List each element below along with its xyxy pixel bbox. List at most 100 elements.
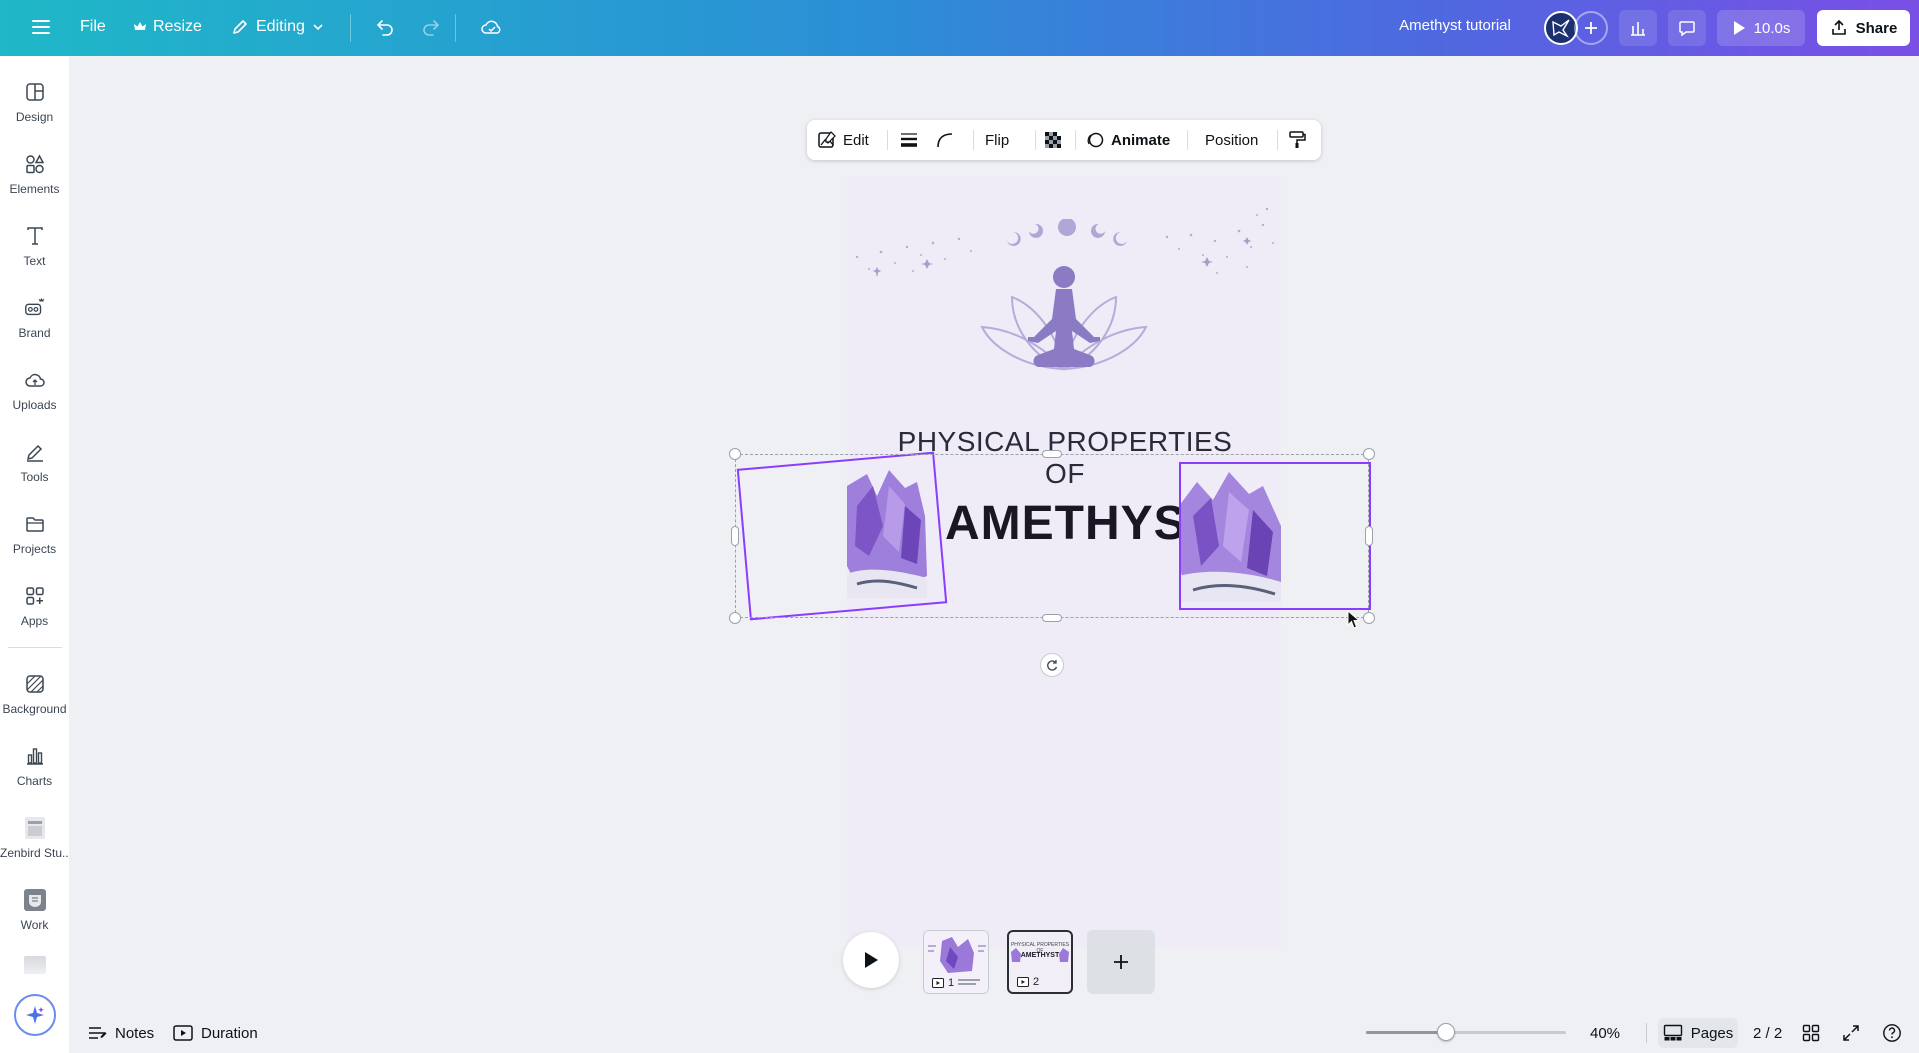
help-button[interactable] [1882,1015,1902,1051]
sidebar-item-label: Work [20,918,49,932]
grid-icon [1802,1024,1820,1042]
share-button[interactable]: Share [1817,10,1910,46]
zoom-percentage[interactable]: 40% [1590,1015,1620,1051]
comments-button[interactable] [1668,10,1706,46]
undo-button[interactable] [366,8,404,46]
file-label: File [80,18,106,35]
play-pages-button[interactable] [843,932,899,988]
sidebar-item-tools[interactable]: Tools [0,436,69,494]
zoom-slider[interactable] [1366,1023,1566,1041]
invite-button[interactable] [1574,11,1608,45]
resize-handle-bottom-left[interactable] [729,612,741,624]
present-button[interactable]: 10.0s [1717,10,1805,46]
page-number-label: 1 [948,977,955,989]
zoom-slider-handle[interactable] [1437,1023,1455,1041]
divider [1075,130,1076,150]
resize-handle-right[interactable] [1365,526,1373,546]
video-icon [932,978,944,988]
border-style-button[interactable] [899,120,919,160]
fullscreen-button[interactable] [1842,1015,1860,1051]
resize-handle-bottom[interactable] [1042,614,1062,622]
sidebar-item-uploads[interactable]: Uploads [0,364,69,422]
transparency-icon [1043,130,1063,150]
sidebar-item-elements[interactable]: Elements [0,148,69,206]
sidebar-item-zenbird[interactable]: Zenbird Stu... [0,812,69,870]
cloud-upload-icon [23,368,47,392]
resize-label: Resize [153,18,202,35]
sidebar-item-design[interactable]: Design [0,76,69,134]
duration-label: Duration [201,1024,258,1042]
save-status-button[interactable] [472,8,512,46]
group-selection-box[interactable] [735,454,1369,618]
sidebar-item-brand[interactable]: Brand [0,292,69,350]
pages-label: Pages [1690,1024,1734,1042]
avatar[interactable] [1544,11,1578,45]
file-menu-button[interactable]: File [72,8,114,46]
sidebar-item-label: Brand [18,326,51,340]
document-title[interactable]: Amethyst tutorial [1378,17,1532,34]
sidebar-item-projects[interactable]: Projects [0,508,69,566]
sidebar-item-work[interactable]: Work [0,884,69,942]
divider [1277,130,1278,150]
sidebar-item-apps[interactable]: Apps [0,580,69,638]
transparency-button[interactable] [1043,120,1063,160]
grid-view-button[interactable] [1802,1015,1820,1051]
redo-icon [420,16,442,38]
rotate-handle[interactable] [1040,653,1064,677]
more-apps-icon[interactable] [24,956,46,974]
sidebar-item-label: Uploads [12,398,57,412]
rotate-icon [1045,658,1059,672]
play-duration: 10.0s [1753,19,1791,37]
cloud-check-icon [480,16,504,38]
thumbnail-crystal-left [1011,948,1021,962]
notes-label: Notes [115,1024,155,1042]
pen-icon [23,440,47,464]
zenbird-app-icon [23,816,47,840]
sidebar-item-label: Design [15,110,54,124]
magic-assistant-button[interactable] [14,994,56,1036]
resize-handle-top[interactable] [1042,450,1062,458]
resize-handle-left[interactable] [731,526,739,546]
pages-button[interactable]: Pages [1658,1018,1738,1048]
editing-label: Editing [256,18,305,35]
page-number: 2 [1017,976,1039,988]
play-icon [862,950,880,970]
redo-button[interactable] [412,8,450,46]
share-label: Share [1855,19,1898,37]
menu-button[interactable] [22,8,60,46]
expand-icon [1842,1024,1860,1042]
duration-button[interactable]: Duration [173,1015,258,1051]
editing-mode-button[interactable]: Editing [222,8,333,46]
edit-label: Edit [843,131,869,149]
page-thumbnail-2[interactable]: PHYSICAL PROPERTIES OF AMETHYST 2 [1007,930,1073,994]
zoom-slider-fill [1366,1031,1446,1034]
page-indicator[interactable]: 2 / 2 [1753,1015,1782,1051]
sidebar-item-background[interactable]: Background [0,668,69,726]
resize-handle-top-right[interactable] [1363,448,1375,460]
corner-rounding-button[interactable] [935,120,955,160]
add-page-button[interactable] [1087,930,1155,994]
insights-button[interactable] [1619,10,1657,46]
position-button[interactable]: Position [1205,120,1258,160]
sidebar-item-label: Text [23,254,46,268]
copy-style-button[interactable] [1287,120,1307,160]
top-bar: File Resize Editing Amethyst tutorial 10… [0,0,1919,56]
sidebar-item-charts[interactable]: Charts [0,740,69,798]
edit-image-button[interactable]: Edit [817,120,869,160]
sidebar-item-label: Elements [9,182,60,196]
sidebar-item-text[interactable]: Text [0,220,69,278]
notes-button[interactable]: Notes [87,1015,154,1051]
work-app-icon [23,888,47,912]
help-icon [1882,1023,1902,1043]
moon-phases-decoration [1007,219,1127,246]
flip-button[interactable]: Flip [985,120,1009,160]
canvas-area[interactable]: PHYSICAL PROPERTIES OF AMETHYST Edit Fli… [69,56,1919,1053]
resize-button[interactable]: Resize [125,8,210,46]
user-logo-icon [1549,16,1573,40]
animate-button[interactable]: Animate [1085,120,1170,160]
resize-handle-top-left[interactable] [729,448,741,460]
resize-handle-bottom-right[interactable] [1363,612,1375,624]
sidebar-item-label: Projects [12,542,57,556]
animate-label: Animate [1111,131,1171,149]
page-thumbnail-1[interactable]: 1 [923,930,989,994]
